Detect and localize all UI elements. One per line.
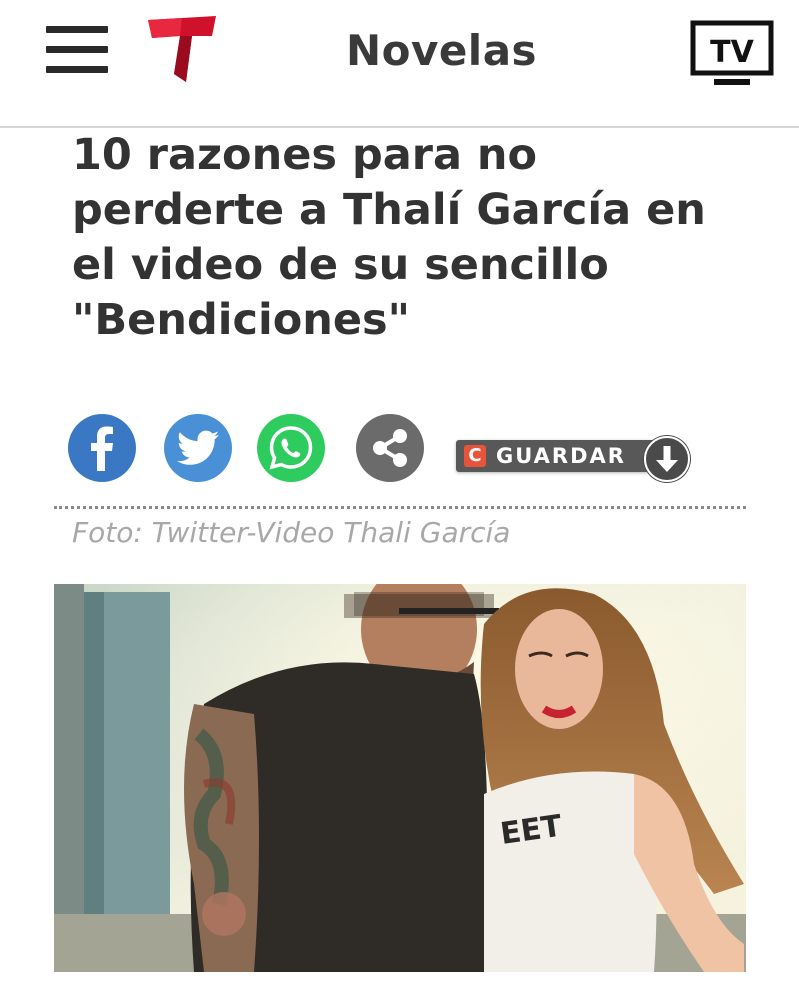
share-icon: [373, 429, 407, 467]
photo-caption: Foto: Twitter-Video Thali García: [72, 516, 511, 549]
whatsapp-share-button[interactable]: [257, 414, 325, 482]
share-bar: C GUARDAR: [68, 414, 708, 484]
save-button[interactable]: C GUARDAR: [456, 436, 692, 482]
twitter-share-button[interactable]: [164, 414, 232, 482]
top-navigation-bar: Novelas TV: [0, 0, 799, 128]
tv-label: TV: [710, 35, 754, 70]
dotted-divider: [54, 506, 746, 509]
download-arrow-icon: [644, 436, 690, 482]
article-photo-illustration: EET: [54, 584, 746, 972]
section-title[interactable]: Novelas: [0, 26, 799, 75]
tv-icon[interactable]: TV: [690, 20, 774, 88]
whatsapp-icon: [269, 426, 313, 470]
save-pill: C GUARDAR: [456, 440, 656, 472]
twitter-icon: [177, 430, 219, 465]
save-brand-icon: C: [464, 445, 486, 467]
save-label: GUARDAR: [496, 444, 626, 468]
facebook-icon: [91, 426, 113, 471]
share-button[interactable]: [356, 414, 424, 482]
article-photo[interactable]: EET: [54, 584, 746, 972]
facebook-share-button[interactable]: [68, 414, 136, 482]
article-headline: 10 razones para no perderte a Thalí Garc…: [72, 130, 706, 345]
